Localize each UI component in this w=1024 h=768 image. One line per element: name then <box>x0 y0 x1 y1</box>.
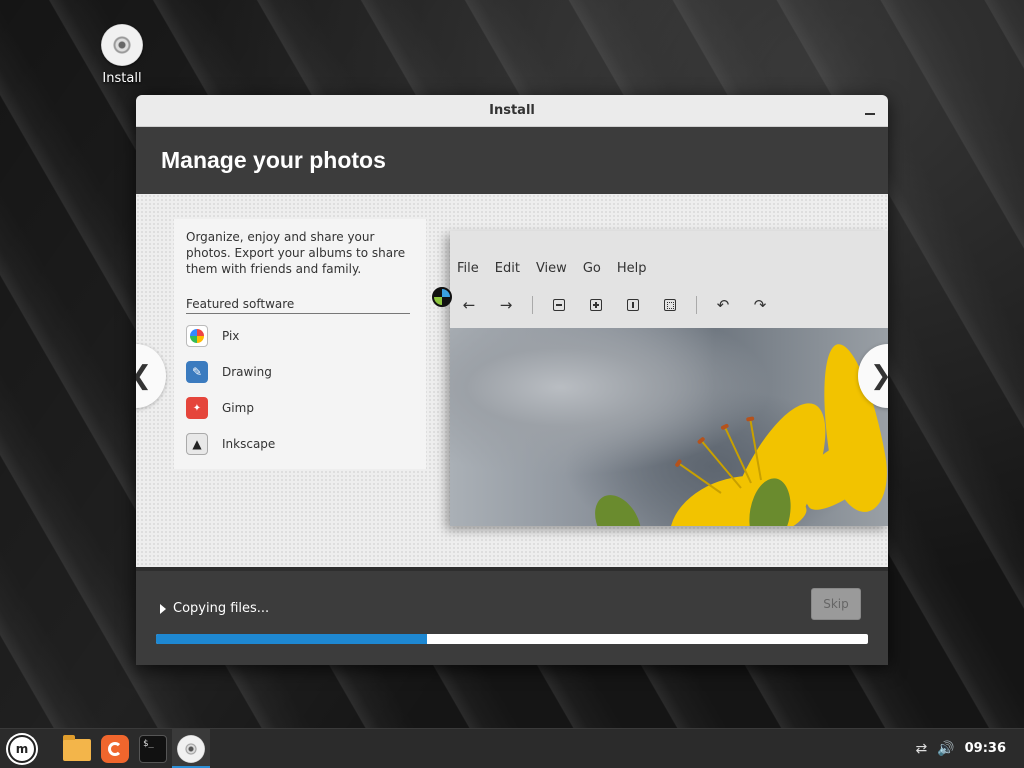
taskbar-terminal[interactable]: $_ <box>134 729 172 768</box>
featured-software-heading: Featured software <box>186 297 410 314</box>
zoom-fit-icon <box>659 294 681 316</box>
expander-arrow-icon[interactable] <box>160 603 166 614</box>
info-card: Organize, enjoy and share your photos. E… <box>174 219 426 469</box>
clock[interactable]: 09:36 <box>965 741 1006 756</box>
progress-fill <box>156 634 427 644</box>
app-name: Drawing <box>222 365 272 379</box>
slide-title: Manage your photos <box>161 147 386 173</box>
back-arrow-icon: ← <box>462 296 476 314</box>
disc-icon <box>177 734 205 763</box>
app-screenshot: File Edit View Go Help ← → ↶ ↷ <box>450 231 888 526</box>
menu-view: View <box>535 261 567 276</box>
menu-go: Go <box>582 261 601 276</box>
previous-slide-button[interactable]: ❮ <box>136 344 166 408</box>
busy-cursor-icon <box>432 287 452 307</box>
featured-app-list: Pix ✎ Drawing ✦ Gimp ▲ Inkscape <box>186 318 414 462</box>
pix-icon <box>186 325 208 347</box>
viewer-toolbar: ← → ↶ ↷ <box>458 293 786 317</box>
window-title: Install <box>489 103 535 118</box>
list-item: ✦ Gimp <box>186 390 414 426</box>
slideshow: Organize, enjoy and share your photos. E… <box>136 194 888 567</box>
toolbar-separator <box>532 296 533 314</box>
drawing-icon: ✎ <box>186 361 208 383</box>
menu-edit: Edit <box>494 261 520 276</box>
rotate-right-icon: ↷ <box>753 296 767 314</box>
toolbar-separator <box>696 296 697 314</box>
rotate-left-icon: ↶ <box>716 296 730 314</box>
list-item: Pix <box>186 318 414 354</box>
flower-photo <box>450 328 888 526</box>
list-item: ▲ Inkscape <box>186 426 414 462</box>
app-name: Inkscape <box>222 437 276 451</box>
zoom-normal-icon <box>622 294 644 316</box>
system-tray: ⇄ 🔊 09:36 <box>915 741 1024 757</box>
app-name: Gimp <box>222 401 254 415</box>
desktop-icon-label: Install <box>102 71 142 86</box>
taskbar-install[interactable] <box>172 728 210 768</box>
taskbar-files[interactable] <box>58 729 96 768</box>
mint-logo-icon: m <box>8 734 36 763</box>
gimp-icon: ✦ <box>186 397 208 419</box>
viewer-menubar: File Edit View Go Help <box>450 261 646 276</box>
taskbar: m $_ ⇄ 🔊 09:36 <box>0 728 1024 768</box>
volume-icon[interactable]: 🔊 <box>937 741 954 757</box>
status-expander[interactable]: Copying files... <box>160 601 269 616</box>
network-icon[interactable]: ⇄ <box>915 741 927 757</box>
menu-help: Help <box>616 261 647 276</box>
minimize-button[interactable] <box>862 103 878 119</box>
zoom-out-icon <box>548 294 570 316</box>
app-name: Pix <box>222 329 240 343</box>
list-item: ✎ Drawing <box>186 354 414 390</box>
progress-section: Copying files... Skip <box>136 567 888 665</box>
disc-icon <box>101 24 143 66</box>
skip-button[interactable]: Skip <box>811 588 861 620</box>
zoom-in-icon <box>585 294 607 316</box>
menu-file: File <box>457 261 479 276</box>
inkscape-icon: ▲ <box>186 433 208 455</box>
folder-icon <box>63 735 91 761</box>
desktop-install-shortcut[interactable]: Install <box>96 24 148 86</box>
forward-arrow-icon: → <box>499 296 513 314</box>
status-label: Copying files... <box>173 601 270 616</box>
slide-description: Organize, enjoy and share your photos. E… <box>186 230 406 276</box>
main-menu-button[interactable]: m <box>0 729 44 768</box>
progress-bar <box>156 634 868 644</box>
installer-window: Install Manage your photos Organize, enj… <box>136 95 888 665</box>
terminal-icon: $_ <box>139 734 167 763</box>
titlebar[interactable]: Install <box>136 95 888 127</box>
taskbar-firefox[interactable] <box>96 729 134 768</box>
firefox-icon <box>101 734 129 763</box>
slide-header: Manage your photos <box>136 127 888 194</box>
